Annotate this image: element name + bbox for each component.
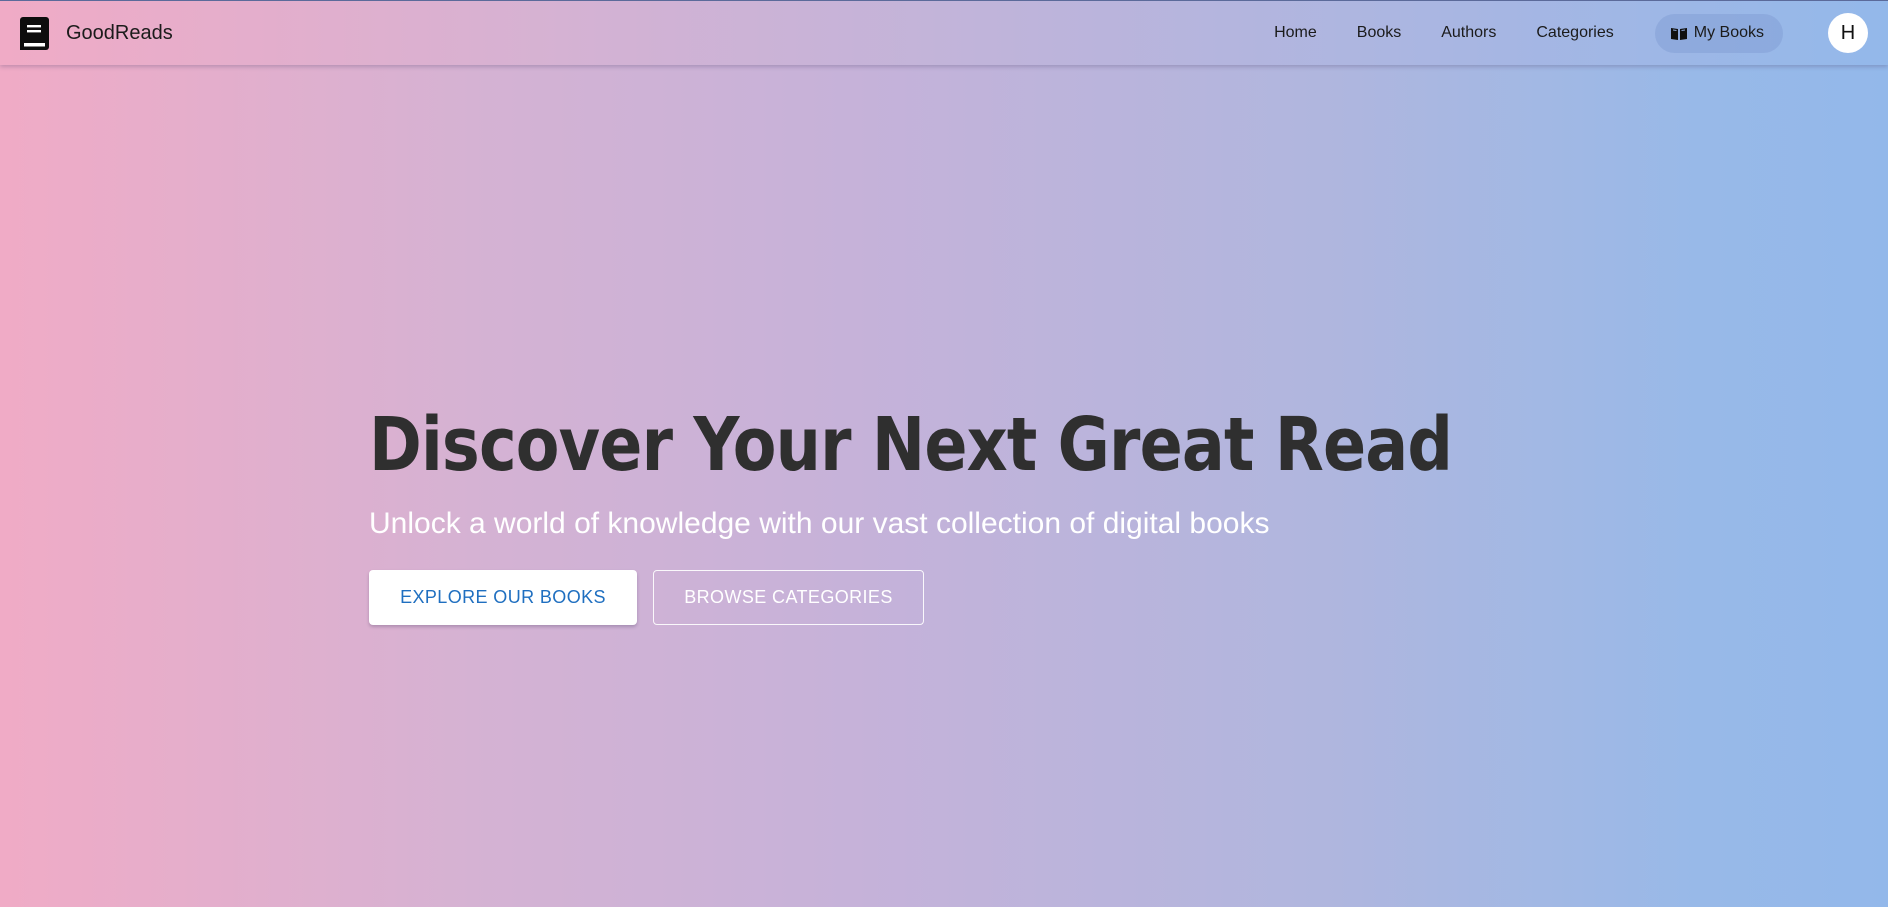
browse-categories-button[interactable]: BROWSE CATEGORIES [653, 570, 924, 625]
open-book-icon [1670, 27, 1687, 40]
main-nav: Home Books Authors Categories My Books H [1254, 13, 1868, 53]
brand[interactable]: GoodReads [20, 16, 173, 50]
nav-books[interactable]: Books [1337, 16, 1421, 50]
nav-categories[interactable]: Categories [1516, 16, 1633, 50]
hero-subtitle: Unlock a world of knowledge with our vas… [369, 507, 1270, 540]
explore-books-button[interactable]: EXPLORE OUR BOOKS [369, 570, 637, 625]
user-avatar[interactable]: H [1828, 13, 1868, 53]
nav-authors[interactable]: Authors [1421, 16, 1516, 50]
top-app-bar: GoodReads Home Books Authors Categories … [0, 0, 1888, 65]
nav-home[interactable]: Home [1254, 16, 1337, 50]
hero-title: Discover Your Next Great Read [369, 402, 1453, 488]
hero-actions: EXPLORE OUR BOOKS BROWSE CATEGORIES [369, 570, 1569, 625]
nav-my-books-label: My Books [1693, 24, 1764, 41]
avatar-initial: H [1840, 21, 1856, 44]
hero-section: Discover Your Next Great Read Unlock a w… [369, 403, 1569, 625]
brand-name: GoodReads [66, 21, 173, 44]
nav-my-books-button[interactable]: My Books [1654, 13, 1783, 53]
book-icon [20, 16, 49, 50]
